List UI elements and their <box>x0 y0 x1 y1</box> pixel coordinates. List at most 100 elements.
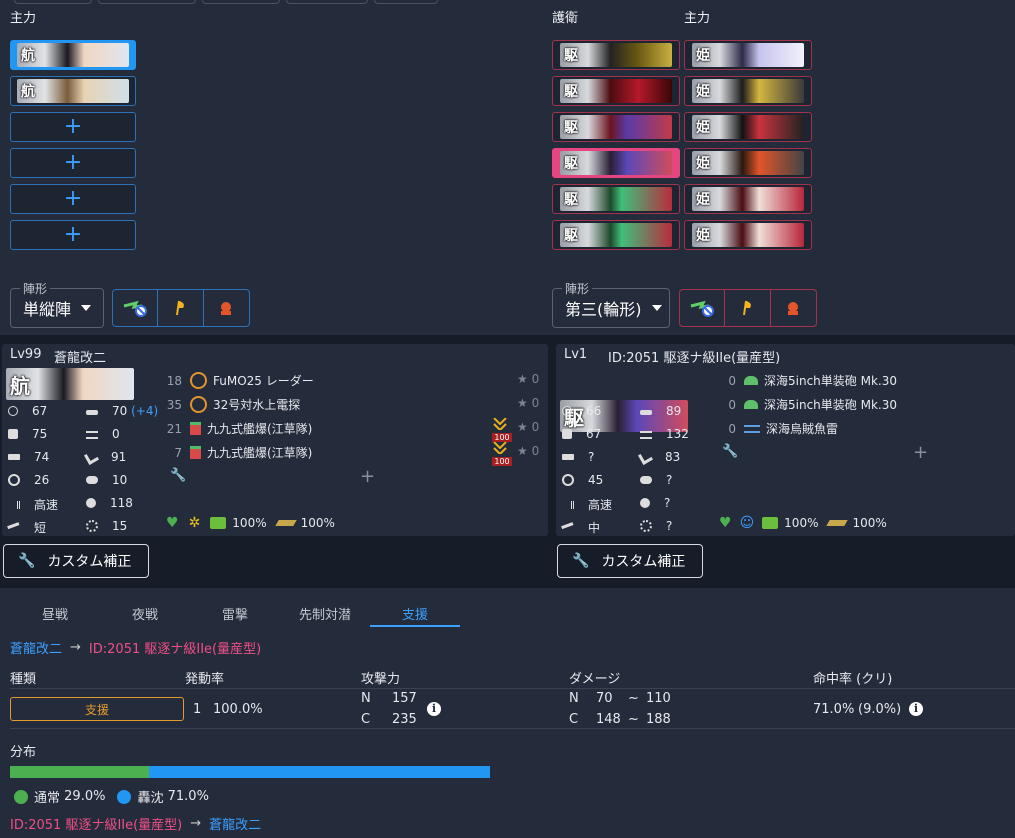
row-count: 1 <box>193 702 202 717</box>
equipment-row-1[interactable]: 18 FuMO25 レーダー <box>158 372 314 389</box>
enemy-main-slot-1[interactable]: 姫 <box>684 40 812 70</box>
base-icon <box>788 302 799 315</box>
enemy-escort-slot-2[interactable]: 駆 <box>552 76 680 106</box>
main-gun-icon <box>744 376 758 385</box>
improvement-star: ★ 0 <box>517 420 540 434</box>
enemy-escort-slot-3[interactable]: 駆 <box>552 112 680 142</box>
equipment-row-2[interactable]: 0 深海5inch単装砲 Mk.30 <box>712 396 897 413</box>
ship-banner: 航 <box>17 43 129 67</box>
add-equipment-button[interactable]: + <box>913 442 928 463</box>
escort-fleet-header: 護衛 <box>552 11 579 26</box>
distribution-normal-segment <box>10 766 150 778</box>
distribution-legend: 通常 29.0% 轟沈 71.0% <box>14 787 209 806</box>
top-tab-stub[interactable] <box>202 0 280 4</box>
custom-correction-button-right[interactable]: 🔧 カスタム補正 <box>557 544 703 578</box>
stat-asw: 83 <box>637 449 680 465</box>
ship-slot-1[interactable]: 航 <box>10 40 136 70</box>
airstrike-toggle-button[interactable] <box>113 290 159 326</box>
enemy-escort-slot-4[interactable]: 駆 <box>552 148 680 178</box>
add-ship-slot[interactable]: + <box>10 184 136 214</box>
speed-icon <box>8 500 20 509</box>
enemy-main-slot-5[interactable]: 姫 <box>684 184 812 214</box>
enemy-escort-slot-1[interactable]: 駆 <box>552 40 680 70</box>
support-toggle-button[interactable] <box>725 290 771 326</box>
proficiency-badge: 100 <box>492 417 512 442</box>
ship-banner: 姫 <box>692 43 804 67</box>
supply-bar-right: ♥ ☺ 100% 100% <box>719 515 887 531</box>
clover-icon <box>640 498 650 508</box>
tab-opening-asw[interactable]: 先制対潜 <box>280 604 370 623</box>
radar-icon <box>190 372 207 389</box>
info-icon[interactable]: i <box>909 702 923 716</box>
left-fleet-header: 主力 <box>10 11 37 26</box>
enemy-main-slot-6[interactable]: 姫 <box>684 220 812 250</box>
wrench-icon[interactable]: 🔧 <box>170 468 186 483</box>
formation-legend: 陣形 <box>20 280 51 297</box>
enemy-escort-slot-6[interactable]: 駆 <box>552 220 680 250</box>
formation-legend: 陣形 <box>562 280 593 297</box>
damage-n-min: 70 <box>596 691 613 706</box>
ship-banner: 駆 <box>560 187 672 211</box>
dice-icon <box>562 429 572 439</box>
enemy-main-slot-2[interactable]: 姫 <box>684 76 812 106</box>
dice-icon <box>8 429 18 439</box>
equipment-row-1[interactable]: 0 深海5inch単装砲 Mk.30 <box>712 372 897 389</box>
base-toggle-button[interactable] <box>771 290 816 326</box>
ship-name: 蒼龍改二 <box>54 351 107 366</box>
power-n-label: N <box>361 691 371 706</box>
tab-support[interactable]: 支援 <box>370 604 460 623</box>
asw-icon <box>83 449 100 465</box>
divider <box>10 728 1015 729</box>
top-tab-stub[interactable] <box>14 0 92 4</box>
top-tab-stub[interactable] <box>286 0 368 4</box>
improvement-star: ★ 0 <box>517 372 540 386</box>
stat-range: 短 <box>7 519 46 536</box>
stat-armor: 89 <box>640 404 681 418</box>
enemy-escort-slot-5[interactable]: 駆 <box>552 184 680 214</box>
equipment-row-4[interactable]: 7 九九式艦爆(江草隊) <box>158 444 312 461</box>
equipment-row-3[interactable]: 0 深海烏賊魚雷 <box>712 420 838 437</box>
tab-torpedo[interactable]: 雷撃 <box>190 604 280 623</box>
custom-correction-button-left[interactable]: 🔧 カスタム補正 <box>3 544 149 578</box>
top-tab-stub[interactable] <box>98 0 196 4</box>
aa-gun-icon <box>8 454 20 460</box>
formation-value: 単縦陣 <box>23 300 72 319</box>
top-tab-stub[interactable] <box>374 0 438 4</box>
stat-accuracy: 15 <box>86 519 127 533</box>
airstrike-toggle-button[interactable] <box>680 290 726 326</box>
tab-night-battle[interactable]: 夜戦 <box>100 604 190 623</box>
stat-armor: 70 (+4) <box>86 404 158 418</box>
tab-day-battle[interactable]: 昼戦 <box>10 604 100 623</box>
supply-bar-left: ♥ ✲ 100% 100% <box>166 515 335 531</box>
equipment-row-2[interactable]: 35 32号対水上電探 <box>158 396 300 413</box>
compass-icon <box>562 474 574 486</box>
dive-bomber-icon <box>190 422 201 435</box>
heart-icon <box>8 406 18 416</box>
equipment-row-3[interactable]: 21 九九式艦爆(江草隊) <box>158 420 313 437</box>
ship-slot-2[interactable]: 航 <box>10 76 136 106</box>
enemy-main-slot-4[interactable]: 姫 <box>684 148 812 178</box>
add-ship-slot[interactable]: + <box>10 148 136 178</box>
power-c: 235 <box>392 712 417 727</box>
stat-speed: 高速 <box>8 496 58 513</box>
info-icon[interactable]: i <box>427 702 441 716</box>
no-air-icon <box>690 300 715 317</box>
base-toggle-button[interactable] <box>204 290 249 326</box>
crosshair-icon <box>86 520 98 532</box>
plus-icon: + <box>63 186 83 211</box>
speed-icon <box>562 500 574 509</box>
damage-c-tilde: ~ <box>628 712 639 727</box>
wrench-icon: 🔧 <box>572 553 590 569</box>
chevron-down-icon <box>81 305 92 311</box>
add-ship-slot[interactable]: + <box>10 112 136 142</box>
crit-rate: (9.0%) <box>858 702 902 717</box>
binoculars-icon <box>640 476 652 484</box>
support-type-button[interactable]: 支援 <box>10 697 184 721</box>
dive-bomber-icon <box>190 446 201 459</box>
arrow-right-icon: → <box>70 640 81 655</box>
add-ship-slot[interactable]: + <box>10 220 136 250</box>
add-equipment-button[interactable]: + <box>360 466 375 487</box>
wrench-icon[interactable]: 🔧 <box>722 444 738 459</box>
support-toggle-button[interactable] <box>158 290 204 326</box>
enemy-main-slot-3[interactable]: 姫 <box>684 112 812 142</box>
